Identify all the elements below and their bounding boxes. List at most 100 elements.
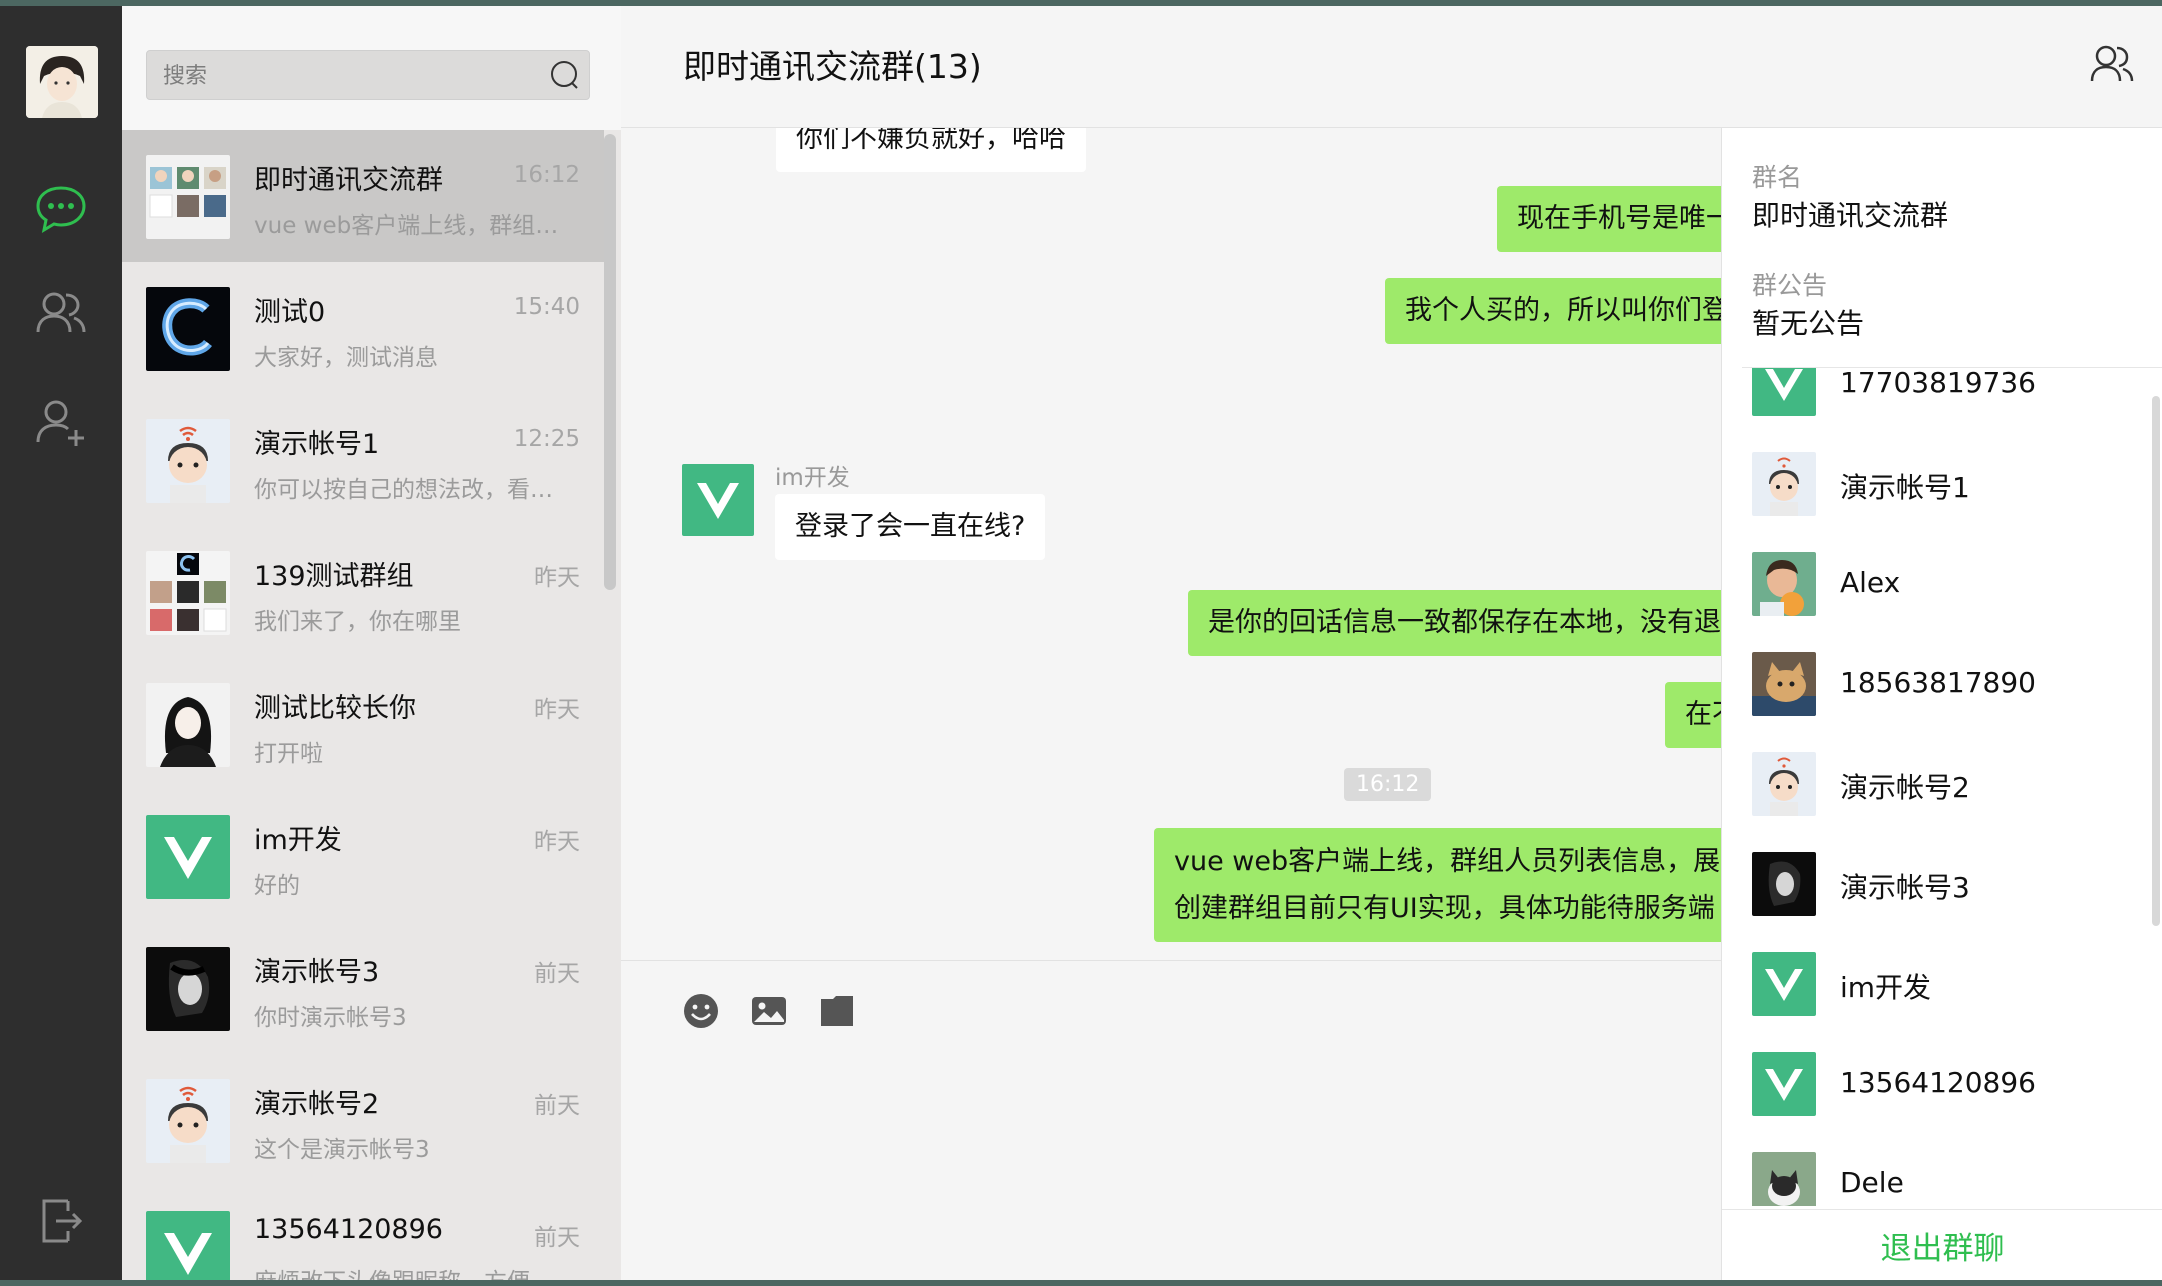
exit-group-button[interactable]: 退出群聊 (1722, 1210, 2162, 1280)
cat-photo-avatar (1752, 1152, 1816, 1206)
group-collage-avatar (146, 155, 230, 239)
conversation-time: 昨天 (534, 697, 580, 723)
member-name: 18563817890 (1840, 666, 2036, 699)
cat-photo-avatar (1752, 652, 1816, 716)
member-item[interactable]: 17703819736 (1722, 368, 2162, 452)
member-item[interactable]: Alex (1722, 552, 2162, 652)
message-bubble[interactable]: 我个人买的，所以叫你们登 (1385, 278, 1721, 344)
message-bubble[interactable]: 是你的回话信息一致都保存在本地，没有退 (1188, 590, 1721, 656)
chat-title: 即时通讯交流群(13) (683, 47, 982, 86)
conversation-preview: 你时演示帐号3 (254, 1005, 407, 1031)
member-name: 演示帐号1 (1840, 471, 1970, 504)
chat-header: 即时通讯交流群(13) (621, 6, 2162, 128)
conversation-name: 13564120896 (254, 1214, 443, 1245)
conversation-item[interactable]: 139测试群组 昨天 我们来了，你在哪里 (122, 526, 604, 658)
nav-add-friend-button[interactable] (32, 394, 90, 452)
dark-portrait-avatar (146, 947, 230, 1031)
group-notice-label: 群公告 (1752, 271, 1828, 300)
cartoon-boy-avatar (1752, 752, 1816, 816)
conversation-time: 昨天 (534, 829, 580, 855)
dark-portrait-avatar (1752, 852, 1816, 916)
conversation-item[interactable]: 演示帐号2 前天 这个是演示帐号3 (122, 1054, 604, 1186)
search-box (146, 50, 590, 101)
conversation-preview: 我们来了，你在哪里 (254, 609, 461, 635)
member-item[interactable]: 18563817890 (1722, 652, 2162, 752)
message-bubble[interactable]: 登录了会一直在线? (775, 494, 1046, 560)
member-name: Dele (1840, 1166, 1904, 1199)
member-item[interactable]: 演示帐号1 (1722, 452, 2162, 552)
member-item[interactable]: 演示帐号3 (1722, 852, 2162, 952)
my-avatar[interactable] (26, 46, 98, 118)
conversation-item[interactable]: im开发 昨天 好的 (122, 790, 604, 922)
member-item[interactable]: Dele (1722, 1152, 2162, 1206)
conversation-time: 前天 (534, 1093, 580, 1119)
message-input-area[interactable] (621, 960, 1721, 1280)
kid-photo-avatar (1752, 552, 1816, 616)
sender-name: im开发 (775, 465, 850, 491)
conversation-name: 演示帐号3 (254, 957, 380, 988)
member-list-scrollbar[interactable] (2152, 396, 2160, 926)
vue-logo-avatar (1752, 952, 1816, 1016)
conversation-preview: 你可以按自己的想法改，看得到效果 (254, 477, 574, 503)
vue-logo-avatar (1752, 368, 1816, 416)
nav-chat-button[interactable] (32, 180, 90, 238)
conversation-item[interactable]: 演示帐号3 前天 你时演示帐号3 (122, 922, 604, 1054)
group-name-label: 群名 (1752, 163, 1803, 192)
message-bubble[interactable]: 现在手机号是唯一 (1497, 186, 1721, 252)
vue-logo-avatar (146, 1211, 230, 1280)
conversation-time: 12:25 (513, 426, 580, 452)
conversation-name: 即时通讯交流群 (254, 165, 443, 196)
conversation-time: 15:40 (513, 294, 580, 320)
conversation-panel: 即时通讯交流群 16:12 vue web客户端上线，群组人员列表信息，展示 测… (122, 6, 621, 1280)
member-name: 13564120896 (1840, 1066, 2036, 1099)
message-bubble[interactable]: 在不 (1665, 682, 1721, 748)
conversation-time: 16:12 (513, 162, 580, 188)
conversation-name: 演示帐号1 (254, 429, 380, 460)
member-item[interactable]: im开发 (1722, 952, 2162, 1052)
conversation-preview: 好的 (254, 873, 300, 899)
logout-button[interactable] (32, 1192, 90, 1250)
nav-contacts-button[interactable] (32, 284, 90, 342)
conversation-scrollbar[interactable] (604, 134, 616, 590)
conversation-name: 139测试群组 (254, 561, 414, 592)
member-item[interactable]: 13564120896 (1722, 1052, 2162, 1152)
logout-icon (42, 1199, 83, 1243)
cartoon-boy-avatar (146, 1079, 230, 1163)
conversation-list: 即时通讯交流群 16:12 vue web客户端上线，群组人员列表信息，展示 测… (122, 130, 604, 1280)
vue-logo-avatar (1752, 1052, 1816, 1116)
conversation-time: 前天 (534, 1225, 580, 1251)
file-button[interactable] (817, 991, 857, 1031)
message-bubble[interactable]: 你们不嫌负就好，哈哈 (776, 128, 1086, 172)
conversation-name: 测试比较长你 (254, 693, 416, 724)
cartoon-boy-avatar (146, 419, 230, 503)
search-icon[interactable] (549, 59, 581, 91)
members-icon (2090, 45, 2134, 82)
image-button[interactable] (749, 991, 789, 1031)
conversation-item[interactable]: 13564120896 前天 麻烦改下头像跟昵称，方便 (122, 1186, 604, 1280)
exit-area: 退出群聊 (1722, 1209, 2162, 1280)
conversation-item[interactable]: 测试比较长你 昨天 打开啦 (122, 658, 604, 790)
message-line: 创建群组目前只有UI实现，具体功能待服务端 (1174, 893, 1715, 924)
contacts-icon (36, 292, 86, 333)
message-bubble[interactable]: vue web客户端上线，群组人员列表信息，展示 创建群组目前只有UI实现，具体… (1154, 828, 1721, 942)
member-list: 17703819736 演示帐号1 Alex 18563817890 演示帐号2… (1722, 368, 2162, 1206)
search-input[interactable] (161, 51, 535, 101)
conversation-preview: 麻烦改下头像跟昵称，方便 (254, 1262, 574, 1280)
search-bar (122, 6, 621, 130)
chat-panel: 即时通讯交流群(13) 你们不嫌负就好，哈哈 现在手机号是唯一 我个人买的，所以… (621, 6, 2162, 1280)
conversation-name: 演示帐号2 (254, 1089, 380, 1120)
folder-icon (821, 996, 853, 1026)
sender-avatar[interactable] (682, 464, 754, 536)
message-line: vue web客户端上线，群组人员列表信息，展示 (1174, 846, 1721, 877)
emoji-button[interactable] (681, 991, 721, 1031)
member-item[interactable]: 演示帐号2 (1722, 752, 2162, 852)
members-button[interactable] (2086, 38, 2138, 90)
conversation-item[interactable]: 演示帐号1 12:25 你可以按自己的想法改，看得到效果 (122, 394, 604, 526)
conversation-item[interactable]: 即时通讯交流群 16:12 vue web客户端上线，群组人员列表信息，展示 (122, 130, 604, 262)
message-list: 你们不嫌负就好，哈哈 现在手机号是唯一 我个人买的，所以叫你们登 im开发 登录… (621, 128, 1721, 960)
conversation-time: 前天 (534, 961, 580, 987)
conversation-item[interactable]: 测试0 15:40 大家好，测试消息 (122, 262, 604, 394)
member-name: Alex (1840, 566, 1901, 599)
conversation-preview: 打开啦 (254, 741, 323, 767)
emoji-icon (684, 994, 718, 1028)
